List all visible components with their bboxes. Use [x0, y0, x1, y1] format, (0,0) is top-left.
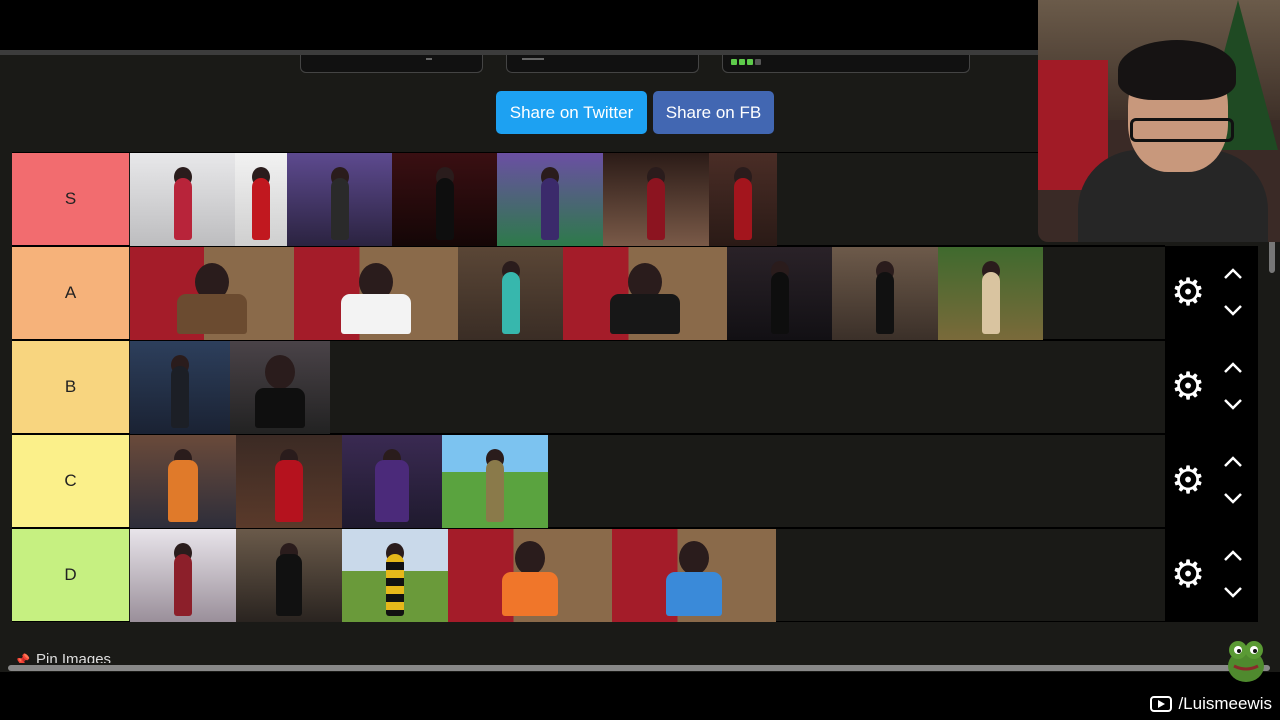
webcam-overlay [1038, 0, 1280, 242]
tier-label-b[interactable]: B [12, 341, 129, 433]
tier-image[interactable] [235, 153, 287, 246]
tier-image[interactable] [236, 435, 342, 528]
tier-items-s [130, 153, 777, 246]
tier-image[interactable] [130, 153, 235, 246]
tier-image[interactable] [709, 153, 777, 246]
tier-label-a[interactable]: A [12, 247, 129, 339]
tier-controls-d: ⚙ [1165, 528, 1258, 622]
tier-image[interactable] [130, 341, 230, 434]
tier-image[interactable] [230, 341, 330, 434]
chevron-down-icon[interactable] [1221, 394, 1245, 414]
chevron-down-icon[interactable] [1221, 488, 1245, 508]
tier-items-a [130, 247, 1043, 340]
field-marker [522, 58, 544, 60]
tier-row-d: D [12, 528, 1165, 622]
tier-image[interactable] [287, 153, 392, 246]
tier-controls-c: ⚙ [1165, 434, 1258, 528]
tier-row-a: A [12, 246, 1165, 340]
tier-image[interactable] [130, 529, 236, 622]
gear-icon[interactable]: ⚙ [1169, 273, 1207, 311]
streamer-glasses [1130, 118, 1234, 142]
horizontal-scrollbar[interactable] [0, 663, 1280, 672]
tier-image[interactable] [342, 529, 448, 622]
tier-label-d[interactable]: D [12, 529, 129, 621]
field-marker [426, 58, 432, 60]
tier-controls-a: ⚙ [1165, 246, 1258, 340]
chevron-up-icon[interactable] [1221, 264, 1245, 284]
toolbar-field-3[interactable] [722, 55, 970, 73]
tier-image[interactable] [392, 153, 497, 246]
toolbar-field-1[interactable] [300, 55, 483, 73]
channel-name: /Luismeewis [1178, 694, 1272, 713]
chevron-up-icon[interactable] [1221, 358, 1245, 378]
gear-icon[interactable]: ⚙ [1169, 461, 1207, 499]
tier-row-c: C [12, 434, 1165, 528]
chevron-down-icon[interactable] [1221, 300, 1245, 320]
tier-row-b: B [12, 340, 1165, 434]
tier-image[interactable] [294, 247, 458, 340]
scrollbar-thumb[interactable] [8, 665, 1270, 671]
chevron-up-icon[interactable] [1221, 452, 1245, 472]
tier-image[interactable] [497, 153, 603, 246]
share-twitter-button[interactable]: Share on Twitter [496, 91, 647, 134]
tier-image[interactable] [236, 529, 342, 622]
tier-image[interactable] [938, 247, 1043, 340]
tier-image[interactable] [603, 153, 709, 246]
frog-emote-icon [1228, 641, 1264, 682]
tier-image[interactable] [832, 247, 938, 340]
chevron-down-icon[interactable] [1221, 582, 1245, 602]
tier-image[interactable] [342, 435, 442, 528]
tier-image[interactable] [563, 247, 727, 340]
tier-image[interactable] [448, 529, 612, 622]
tier-label-c[interactable]: C [12, 435, 129, 527]
youtube-icon [1150, 696, 1173, 712]
tier-image[interactable] [612, 529, 776, 622]
tier-image[interactable] [442, 435, 548, 528]
tier-row-s: S [12, 152, 1165, 246]
tier-image[interactable] [130, 247, 294, 340]
streamer-hair [1118, 40, 1236, 100]
tier-label-s[interactable]: S [12, 153, 129, 245]
tier-image[interactable] [458, 247, 563, 340]
gear-icon[interactable]: ⚙ [1169, 367, 1207, 405]
chevron-up-icon[interactable] [1221, 546, 1245, 566]
channel-watermark: /Luismeewis [1150, 694, 1272, 714]
stream-frame: Share on Twitter Share on FB S A B C D ⚙… [0, 0, 1280, 720]
signal-icon [731, 59, 761, 65]
tier-image[interactable] [727, 247, 832, 340]
toolbar-field-2[interactable] [506, 55, 699, 73]
tier-items-d [130, 529, 776, 622]
tier-controls-b: ⚙ [1165, 340, 1258, 434]
share-fb-button[interactable]: Share on FB [653, 91, 774, 134]
tier-image[interactable] [130, 435, 236, 528]
gear-icon[interactable]: ⚙ [1169, 555, 1207, 593]
tier-items-b [130, 341, 330, 434]
tier-items-c [130, 435, 548, 528]
